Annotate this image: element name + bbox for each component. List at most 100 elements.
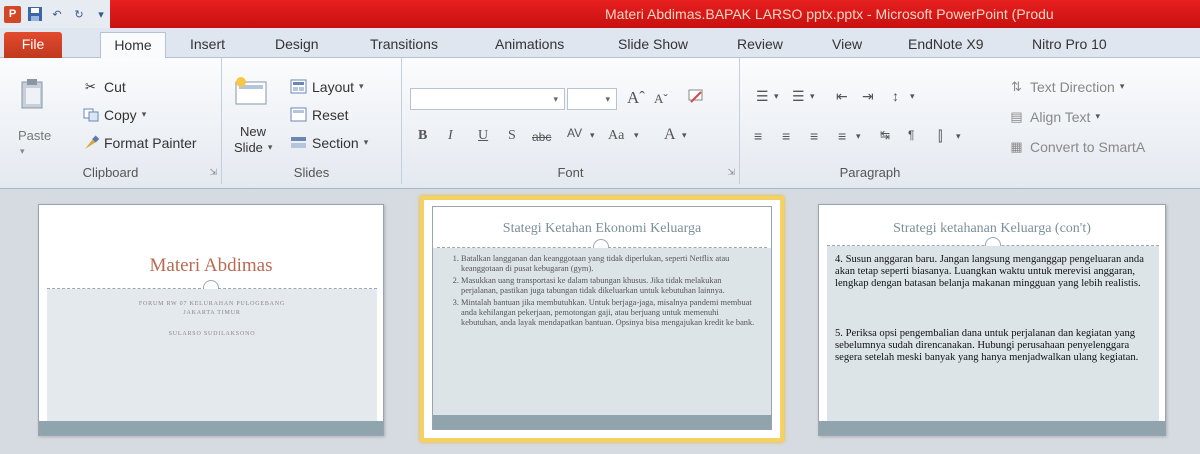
layout-icon (290, 78, 307, 95)
format-painter-label: Format Painter (104, 134, 197, 151)
slide-2-inner: Stategi Ketahan Ekonomi Keluarga Batalka… (432, 206, 772, 430)
customize-qat-icon[interactable]: ▾ (93, 6, 109, 22)
change-case-button[interactable]: Aa (608, 128, 624, 144)
slide-2-body-panel: Batalkan langganan dan keanggotaan yang … (433, 248, 771, 416)
clipboard-group: Paste ▾ ✂ Cut Copy ▾ Format Painter Clip… (0, 58, 222, 184)
rtl-text-icon[interactable]: ¶ (908, 128, 914, 142)
slide-thumbnail-2[interactable]: Stategi Ketahan Ekonomi Keluarga Batalka… (420, 196, 784, 442)
reset-button[interactable]: Reset (290, 106, 349, 123)
font-name-combo[interactable]: ▾ (410, 88, 565, 110)
spacing-dropdown-icon[interactable]: ▾ (590, 130, 595, 141)
smartart-icon: ▦ (1010, 138, 1023, 154)
align-text-button[interactable]: ▤ Align Text ▾ (1008, 108, 1100, 125)
convert-smartart-button[interactable]: ▦ Convert to SmartA (1008, 138, 1145, 155)
increase-indent-icon[interactable]: ⇥ (862, 88, 874, 105)
character-spacing-button[interactable]: AV (567, 126, 582, 140)
powerpoint-icon[interactable]: P (4, 5, 21, 23)
align-text-dropdown-icon: ▾ (1095, 111, 1100, 121)
tab-transitions[interactable]: Transitions (370, 34, 438, 58)
tab-animations[interactable]: Animations (495, 34, 564, 58)
align-left-icon[interactable]: ≡ (754, 128, 762, 144)
italic-button[interactable]: I (448, 128, 453, 144)
strikethrough-button[interactable]: abc (532, 130, 551, 144)
justify-icon[interactable]: ≡ (838, 128, 846, 144)
font-dialog-launcher-icon[interactable]: ⇲ (727, 167, 735, 178)
ltr-text-icon[interactable]: ↹ (880, 128, 890, 142)
font-group-label: Font (557, 165, 584, 180)
tab-insert[interactable]: Insert (190, 34, 225, 58)
copy-dropdown-icon: ▾ (141, 109, 147, 119)
tab-nitro[interactable]: Nitro Pro 10 (1032, 34, 1107, 58)
text-direction-dropdown-icon: ▾ (1119, 81, 1125, 91)
new-slide-label-2[interactable]: Slide ▾ (234, 140, 272, 155)
line-spacing-dropdown-icon[interactable]: ▾ (910, 91, 915, 102)
clipboard-group-label: Clipboard (82, 165, 139, 180)
numbering-dropdown-icon[interactable]: ▾ (810, 91, 815, 102)
scissors-icon: ✂ (85, 78, 96, 94)
shrink-font-button[interactable]: Aˇ (654, 91, 668, 107)
bullets-icon[interactable]: ☰ (756, 88, 769, 105)
slide-3-title: Strategi ketahanan Keluarga (con't) (893, 221, 1091, 236)
tab-review[interactable]: Review (737, 34, 783, 58)
font-color-button[interactable]: A (664, 126, 676, 144)
section-label: Section (312, 134, 359, 151)
bullets-dropdown-icon[interactable]: ▾ (774, 91, 779, 102)
slide-3-para-1: 4. Susun anggaran baru. Jangan langsung … (835, 254, 1144, 289)
new-slide-icon[interactable] (234, 76, 268, 106)
tab-slide-show[interactable]: Slide Show (618, 34, 688, 58)
slides-group-label: Slides (293, 165, 330, 180)
redo-icon[interactable]: ↻ (71, 6, 87, 22)
paragraph-group-label: Paragraph (839, 165, 901, 180)
slide-1-bottom-band (39, 421, 383, 435)
section-dropdown-icon: ▾ (363, 137, 369, 147)
slide-3-content: Strategi ketahanan Keluarga (con't) 4. S… (819, 205, 1165, 435)
text-direction-button[interactable]: ⇅ Text Direction ▾ (1008, 78, 1124, 95)
clear-formatting-icon[interactable] (687, 88, 705, 109)
columns-icon[interactable]: ⫿ (938, 128, 942, 145)
new-slide-text: Slide (234, 140, 263, 155)
underline-button[interactable]: U (478, 128, 488, 144)
align-text-icon: ▤ (1010, 108, 1023, 124)
tab-file[interactable]: File (4, 32, 62, 58)
slide-2-content: Stategi Ketahan Ekonomi Keluarga Batalka… (424, 200, 780, 438)
slide-thumbnail-3[interactable]: Strategi ketahanan Keluarga (con't) 4. S… (818, 204, 1166, 436)
layout-label: Layout (312, 78, 355, 95)
font-color-dropdown-icon[interactable]: ▾ (682, 130, 687, 141)
paragraph-group: ☰ ▾ ☰ ▾ ⇤ ⇥ ↕ ▾ ≡ ≡ ≡ ≡ ▾ ↹ ¶ ⫿ ▾ ⇅ Text… (740, 58, 1200, 184)
change-case-dropdown-icon[interactable]: ▾ (634, 130, 639, 141)
align-center-icon[interactable]: ≡ (782, 128, 790, 144)
tab-design[interactable]: Design (275, 34, 319, 58)
paste-button[interactable]: Paste (18, 128, 51, 143)
cut-button[interactable]: ✂ Cut (82, 78, 126, 95)
undo-icon[interactable]: ↶ (49, 6, 65, 22)
decrease-indent-icon[interactable]: ⇤ (836, 88, 848, 105)
format-painter-button[interactable]: Format Painter (82, 134, 197, 151)
cut-label: Cut (104, 78, 126, 95)
reset-label: Reset (312, 106, 349, 123)
align-right-icon[interactable]: ≡ (810, 128, 818, 144)
slide-1-title: Materi Abdimas (149, 255, 273, 276)
paste-icon[interactable] (20, 78, 46, 109)
line-spacing-icon[interactable]: ↕ (892, 88, 899, 104)
columns-dropdown-icon[interactable]: ▾ (956, 131, 961, 142)
slide-2-item-3: Mintalah bantuan jika membutuhkan. Untuk… (461, 298, 757, 327)
new-slide-label[interactable]: New (240, 124, 266, 139)
section-button[interactable]: Section ▾ (290, 134, 368, 151)
shadow-button[interactable]: S (508, 128, 516, 144)
bold-button[interactable]: B (418, 128, 427, 144)
layout-button[interactable]: Layout ▾ (290, 78, 364, 95)
copy-icon (82, 106, 99, 123)
paste-dropdown-icon[interactable]: ▾ (20, 146, 25, 157)
save-icon[interactable] (27, 6, 43, 22)
tab-view[interactable]: View (832, 34, 862, 58)
grow-font-button[interactable]: Aˆ (627, 88, 645, 108)
dialog-launcher-icon[interactable]: ⇲ (209, 167, 217, 178)
copy-button[interactable]: Copy ▾ (82, 106, 146, 123)
slide-1-author: SULARSO SUDILAKSONO (168, 331, 256, 337)
font-size-combo[interactable]: ▾ (567, 88, 617, 110)
numbering-icon[interactable]: ☰ (792, 88, 805, 105)
tab-home[interactable]: Home (100, 32, 166, 59)
justify-dropdown-icon[interactable]: ▾ (856, 131, 861, 142)
slide-thumbnail-1[interactable]: Materi Abdimas FORUM RW 07 KELURAHAN PUL… (38, 204, 384, 436)
tab-endnote[interactable]: EndNote X9 (908, 34, 984, 58)
